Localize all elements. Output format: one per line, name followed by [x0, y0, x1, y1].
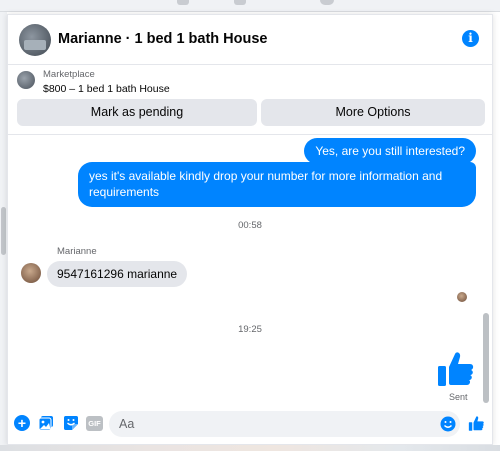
sender-name: Marianne [57, 246, 97, 257]
toolbar-icon [177, 0, 189, 5]
message-thread: Yes, are you still interested? yes it's … [8, 134, 492, 404]
message-input[interactable] [109, 411, 429, 437]
like-button-icon[interactable] [468, 415, 485, 432]
mark-as-pending-button[interactable]: Mark as pending [17, 99, 257, 126]
thread-scrollbar[interactable] [483, 313, 489, 403]
message-input-wrapper [109, 411, 460, 437]
sent-status: Sent [449, 392, 468, 402]
page-scrollbar[interactable] [0, 12, 7, 451]
emoji-icon[interactable] [440, 416, 456, 432]
chat-title[interactable]: Marianne · 1 bed 1 bath House [58, 31, 268, 47]
page-scrollbar-thumb[interactable] [1, 207, 6, 255]
incoming-message[interactable]: 9547161296 marianne [47, 261, 188, 287]
info-icon[interactable]: i [462, 30, 479, 47]
listing-source-label: Marketplace [43, 69, 95, 80]
gif-icon[interactable]: GIF [86, 416, 103, 431]
sender-avatar[interactable] [21, 263, 41, 283]
toolbar-icon [320, 0, 334, 5]
thumbs-up-icon[interactable] [436, 349, 476, 389]
more-options-button[interactable]: More Options [261, 99, 485, 126]
listing-thumbnail[interactable] [17, 71, 35, 89]
chat-window: Marianne · 1 bed 1 bath House i Marketpl… [7, 14, 493, 445]
outgoing-message[interactable]: Yes, are you still interested? [304, 138, 476, 164]
message-composer: + GIF [8, 406, 492, 444]
contact-avatar[interactable] [19, 24, 51, 56]
photo-icon[interactable] [38, 415, 54, 431]
sticker-icon[interactable] [63, 415, 79, 431]
timestamp: 00:58 [238, 220, 262, 231]
outgoing-message[interactable]: yes it's available kindly drop your numb… [78, 162, 476, 207]
plus-icon[interactable]: + [14, 415, 30, 431]
page-background-strip [0, 445, 500, 451]
listing-price-title[interactable]: $800 – 1 bed 1 bath House [43, 83, 170, 95]
read-receipt-avatar [457, 292, 467, 302]
toolbar-icon [234, 0, 246, 5]
browser-top-strip [0, 0, 500, 12]
timestamp: 19:25 [238, 324, 262, 335]
marketplace-listing: Marketplace $800 – 1 bed 1 bath House Ma… [8, 66, 492, 133]
chat-header: Marianne · 1 bed 1 bath House i [8, 15, 492, 65]
